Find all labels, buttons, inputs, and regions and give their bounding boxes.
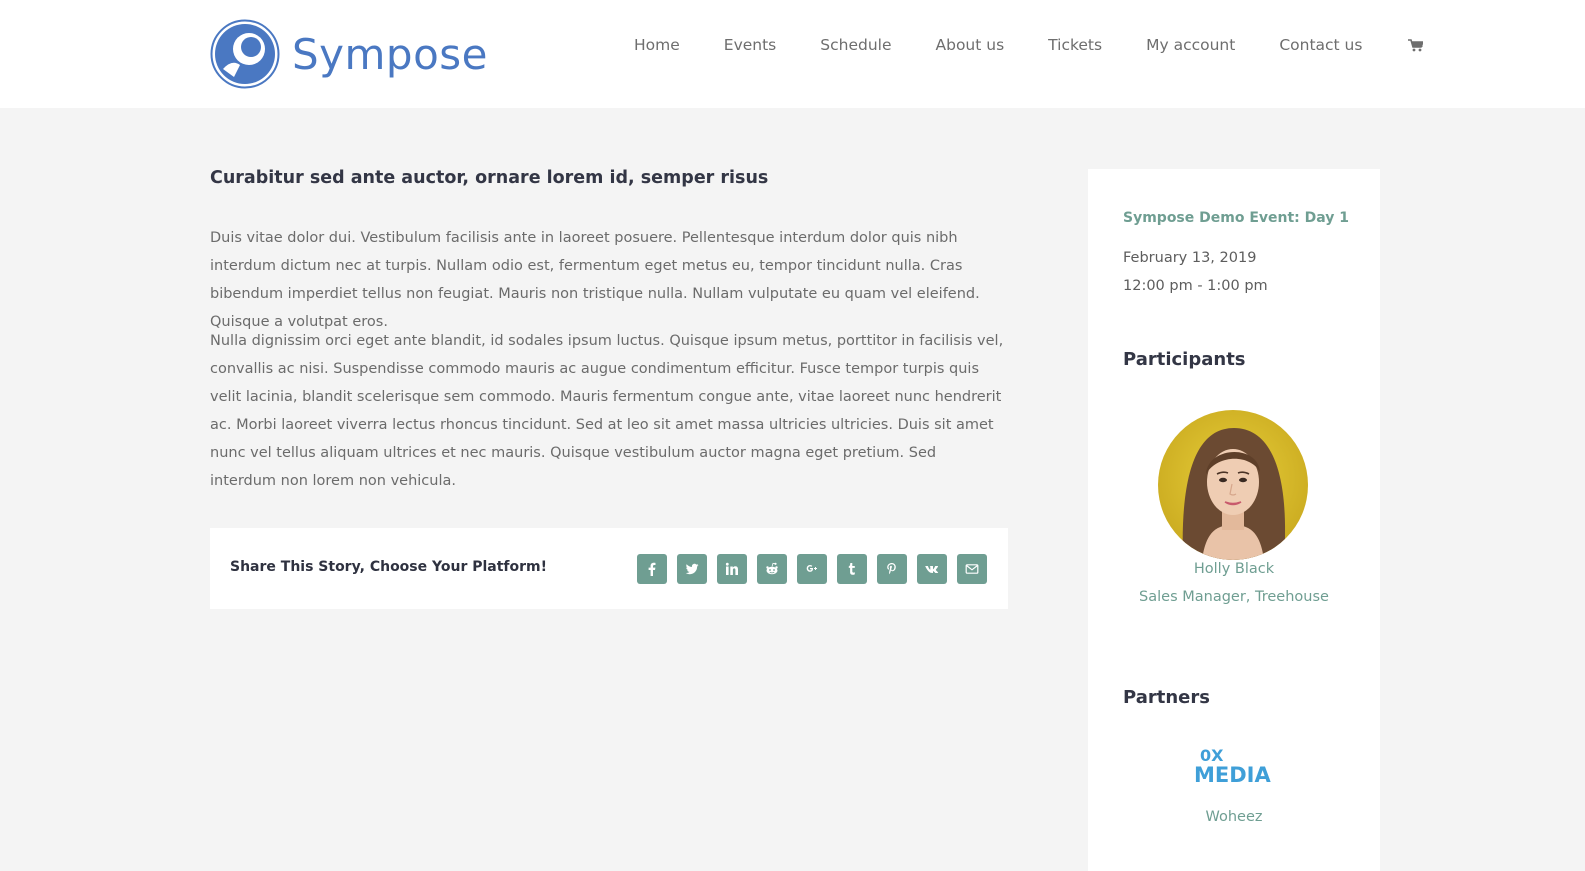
share-box: Share This Story, Choose Your Platform!	[210, 528, 1008, 609]
nav-my-account[interactable]: My account	[1146, 36, 1235, 54]
post-paragraph: Duis vitae dolor dui. Vestibulum facilis…	[210, 230, 980, 330]
partner-name[interactable]: Woheez	[1088, 809, 1380, 825]
nav-events[interactable]: Events	[724, 36, 776, 54]
main-nav: Home Events Schedule About us Tickets My…	[634, 36, 1424, 54]
google-plus-icon[interactable]	[797, 554, 827, 584]
event-date: February 13, 2019	[1123, 250, 1257, 266]
sympose-logo-icon	[210, 19, 280, 89]
post-paragraph: Nulla dignissim orci eget ante blandit, …	[210, 333, 1004, 489]
nav-schedule[interactable]: Schedule	[820, 36, 891, 54]
facebook-icon[interactable]	[637, 554, 667, 584]
reddit-icon[interactable]	[757, 554, 787, 584]
partners-heading: Partners	[1123, 687, 1210, 708]
site-header: Sympose Home Events Schedule About us Ti…	[0, 0, 1585, 108]
nav-contact-us[interactable]: Contact us	[1279, 36, 1362, 54]
participant-name[interactable]: Holly Black	[1088, 561, 1380, 577]
site-logo[interactable]: Sympose	[210, 18, 488, 90]
tumblr-icon[interactable]	[837, 554, 867, 584]
nav-tickets[interactable]: Tickets	[1048, 36, 1102, 54]
linkedin-icon[interactable]	[717, 554, 747, 584]
svg-text:MEDIA: MEDIA	[1194, 763, 1271, 787]
email-icon[interactable]	[957, 554, 987, 584]
event-title-link[interactable]: Sympose Demo Event: Day 1	[1123, 210, 1349, 226]
nav-home[interactable]: Home	[634, 36, 680, 54]
pinterest-icon[interactable]	[877, 554, 907, 584]
sidebar: Sympose Demo Event: Day 1 February 13, 2…	[1088, 169, 1380, 871]
shopping-cart-icon[interactable]	[1408, 38, 1424, 52]
nav-about-us[interactable]: About us	[936, 36, 1005, 54]
participants-heading: Participants	[1123, 349, 1246, 370]
vk-icon[interactable]	[917, 554, 947, 584]
post-content: Curabitur sed ante auctor, ornare lorem …	[210, 168, 1010, 489]
share-icons	[637, 554, 997, 584]
event-time: 12:00 pm - 1:00 pm	[1123, 278, 1268, 294]
share-label: Share This Story, Choose Your Platform!	[230, 559, 548, 575]
post-title: Curabitur sed ante auctor, ornare lorem …	[210, 168, 769, 188]
participant-role: Sales Manager, Treehouse	[1139, 589, 1329, 605]
participant-avatar[interactable]	[1158, 410, 1308, 560]
brand-name: Sympose	[292, 29, 489, 79]
twitter-icon[interactable]	[677, 554, 707, 584]
partner-logo[interactable]: 0X MEDIA	[1192, 744, 1276, 788]
